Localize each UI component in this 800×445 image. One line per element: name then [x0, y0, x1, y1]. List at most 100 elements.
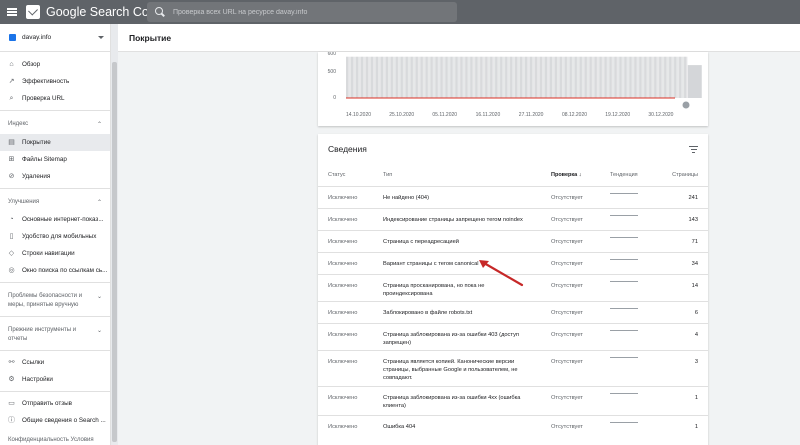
table-row[interactable]: Исключено Страница заблокирована из-за ош…: [318, 323, 708, 350]
chart-bar: [602, 56, 604, 98]
table-row[interactable]: Исключено Индексирование страницы запреще…: [318, 208, 708, 230]
sidebar-item-coverage[interactable]: ▤ Покрытие: [0, 133, 110, 151]
trend-sparkline: [610, 281, 638, 282]
menu-icon[interactable]: [0, 0, 24, 24]
chart-bar: [531, 56, 532, 98]
column-trend[interactable]: Тенденция: [610, 172, 638, 178]
sidebar-item-sitelinks-searchbox[interactable]: ◎ Окно поиска по ссылкам сь...: [0, 262, 110, 279]
page-title: Покрытие: [118, 24, 800, 52]
chart-bar: [382, 56, 383, 98]
chart-bar: [542, 56, 544, 98]
chart-bar: [666, 56, 668, 98]
chart-bar: [429, 56, 431, 98]
table-row[interactable]: Исключено Ошибка 404 Отсутствует 1: [318, 415, 708, 437]
chart-bar: [494, 56, 496, 98]
column-pages[interactable]: Страницы: [672, 172, 698, 178]
chart-bar: [545, 56, 546, 98]
chart-bar: [657, 56, 659, 98]
chart-bar: [491, 56, 492, 98]
table-row[interactable]: Исключено Не найдено (404) Отсутствует 241: [318, 186, 708, 208]
table-row[interactable]: Исключено Заблокировано в файле robots.tx…: [318, 301, 708, 323]
section-label: Улучшения: [8, 198, 40, 205]
sidebar-scrollbar[interactable]: [111, 24, 118, 445]
chart-bar: [447, 56, 449, 98]
chart-bar: [412, 56, 414, 98]
x-tick-label: 16.11.2020: [476, 112, 501, 118]
chart-bar: [528, 56, 530, 98]
sidebar-item-links[interactable]: ⚯ Ссылки: [0, 354, 110, 371]
chart-annotation-marker[interactable]: [682, 101, 690, 109]
search-icon: ⌕: [9, 95, 14, 102]
column-check-label: Проверка: [551, 172, 578, 178]
chart-bar: [590, 56, 591, 98]
row-type: Не найдено (404): [383, 195, 429, 201]
x-tick-label: 08.12.2020: [562, 112, 587, 118]
sidebar-item-mobile-usability[interactable]: ▯ Удобство для мобильных: [0, 228, 110, 245]
sidebar-item-performance[interactable]: ↗ Эффективность: [0, 73, 110, 90]
settings-icon: ⚙: [8, 376, 15, 383]
chart-bar: [364, 56, 366, 98]
section-improvements-header[interactable]: Улучшения ⌃: [0, 192, 110, 212]
sidebar-item-url-inspection[interactable]: ⌕ Проверка URL: [0, 90, 110, 107]
search-input[interactable]: [173, 8, 443, 16]
chart-bar: [403, 56, 405, 98]
chart-bar: [493, 56, 495, 98]
chart-bar: [646, 56, 648, 98]
row-type: Индексирование страницы запрещено тегом …: [383, 217, 523, 223]
sidebar-item-overview[interactable]: ⌂ Обзор: [0, 56, 110, 73]
sidebar-item-label: Файлы Sitemap: [22, 155, 67, 163]
chart-bar: [496, 56, 497, 98]
chart-bar: [625, 56, 626, 98]
chart-bar: [438, 56, 440, 98]
column-check[interactable]: Проверка ↓: [551, 172, 582, 178]
column-type[interactable]: Тип: [383, 172, 392, 178]
chart-bar: [417, 56, 419, 98]
property-selector[interactable]: davay.info: [0, 24, 110, 52]
row-pages: 1: [694, 424, 698, 430]
chart-bar: [367, 56, 368, 98]
privacy-terms-links[interactable]: Конфиденциальность Условия: [8, 437, 94, 443]
chart-bar: [612, 56, 614, 98]
table-row[interactable]: Исключено Страница с переадресацией Отсутс…: [318, 230, 708, 252]
section-security-header[interactable]: Проблемы безопасности и меры, принятые в…: [0, 286, 110, 313]
sidebar-item-removals[interactable]: ⊘ Удаления: [0, 168, 110, 185]
sidebar-item-feedback[interactable]: ▭ Отправить отзыв: [0, 395, 110, 412]
chart-bar: [687, 65, 702, 98]
section-index-header[interactable]: Индекс ⌃: [0, 114, 110, 134]
table-row[interactable]: Исключено Страница заблокирована из-за ош…: [318, 386, 708, 415]
sidebar-item-settings[interactable]: ⚙ Настройки: [0, 371, 110, 388]
row-check: Отсутствует: [551, 261, 583, 267]
column-status[interactable]: Статус: [328, 172, 345, 178]
filter-icon[interactable]: [689, 146, 698, 153]
chart-bar: [533, 56, 535, 98]
chart-bar: [626, 56, 628, 98]
chart-bar: [592, 56, 594, 98]
sidebar-item-about[interactable]: ⓘ Общие сведения о Search ...: [0, 412, 110, 429]
sidebar-item-label: Покрытие: [22, 138, 51, 146]
chart-bar: [503, 56, 505, 98]
trend-sparkline: [610, 193, 638, 194]
table-row[interactable]: Исключено Страница является копией. Канон…: [318, 350, 708, 386]
row-pages: 4: [694, 332, 698, 338]
section-legacy-header[interactable]: Прежние инструменты и отчеты ⌄: [0, 320, 110, 347]
chart-bar: [407, 56, 409, 98]
url-inspection-search[interactable]: [147, 2, 457, 22]
chevron-down-icon: [98, 36, 104, 39]
chart-bar: [513, 56, 515, 98]
row-status: Исключено: [328, 217, 358, 223]
sidebar-item-breadcrumbs[interactable]: ◇ Строки навигации: [0, 245, 110, 262]
chart-bar: [353, 56, 355, 98]
divider: [0, 282, 110, 283]
chart-bar: [409, 56, 411, 98]
removals-icon: ⊘: [8, 172, 15, 180]
breadcrumbs-icon: ◇: [8, 250, 15, 257]
x-tick-label: 19.12.2020: [605, 112, 630, 118]
sidebar-item-sitemaps[interactable]: ⊞ Файлы Sitemap: [0, 151, 110, 168]
chart-bar: [548, 56, 550, 98]
row-pages: 34: [691, 261, 698, 267]
chart-bar: [506, 56, 507, 98]
scroll-thumb[interactable]: [112, 62, 117, 442]
chart-bar: [472, 56, 474, 98]
sidebar-item-core-web-vitals[interactable]: ◔ Основные интернет-показ...: [0, 211, 110, 228]
chart-bar: [351, 56, 352, 98]
